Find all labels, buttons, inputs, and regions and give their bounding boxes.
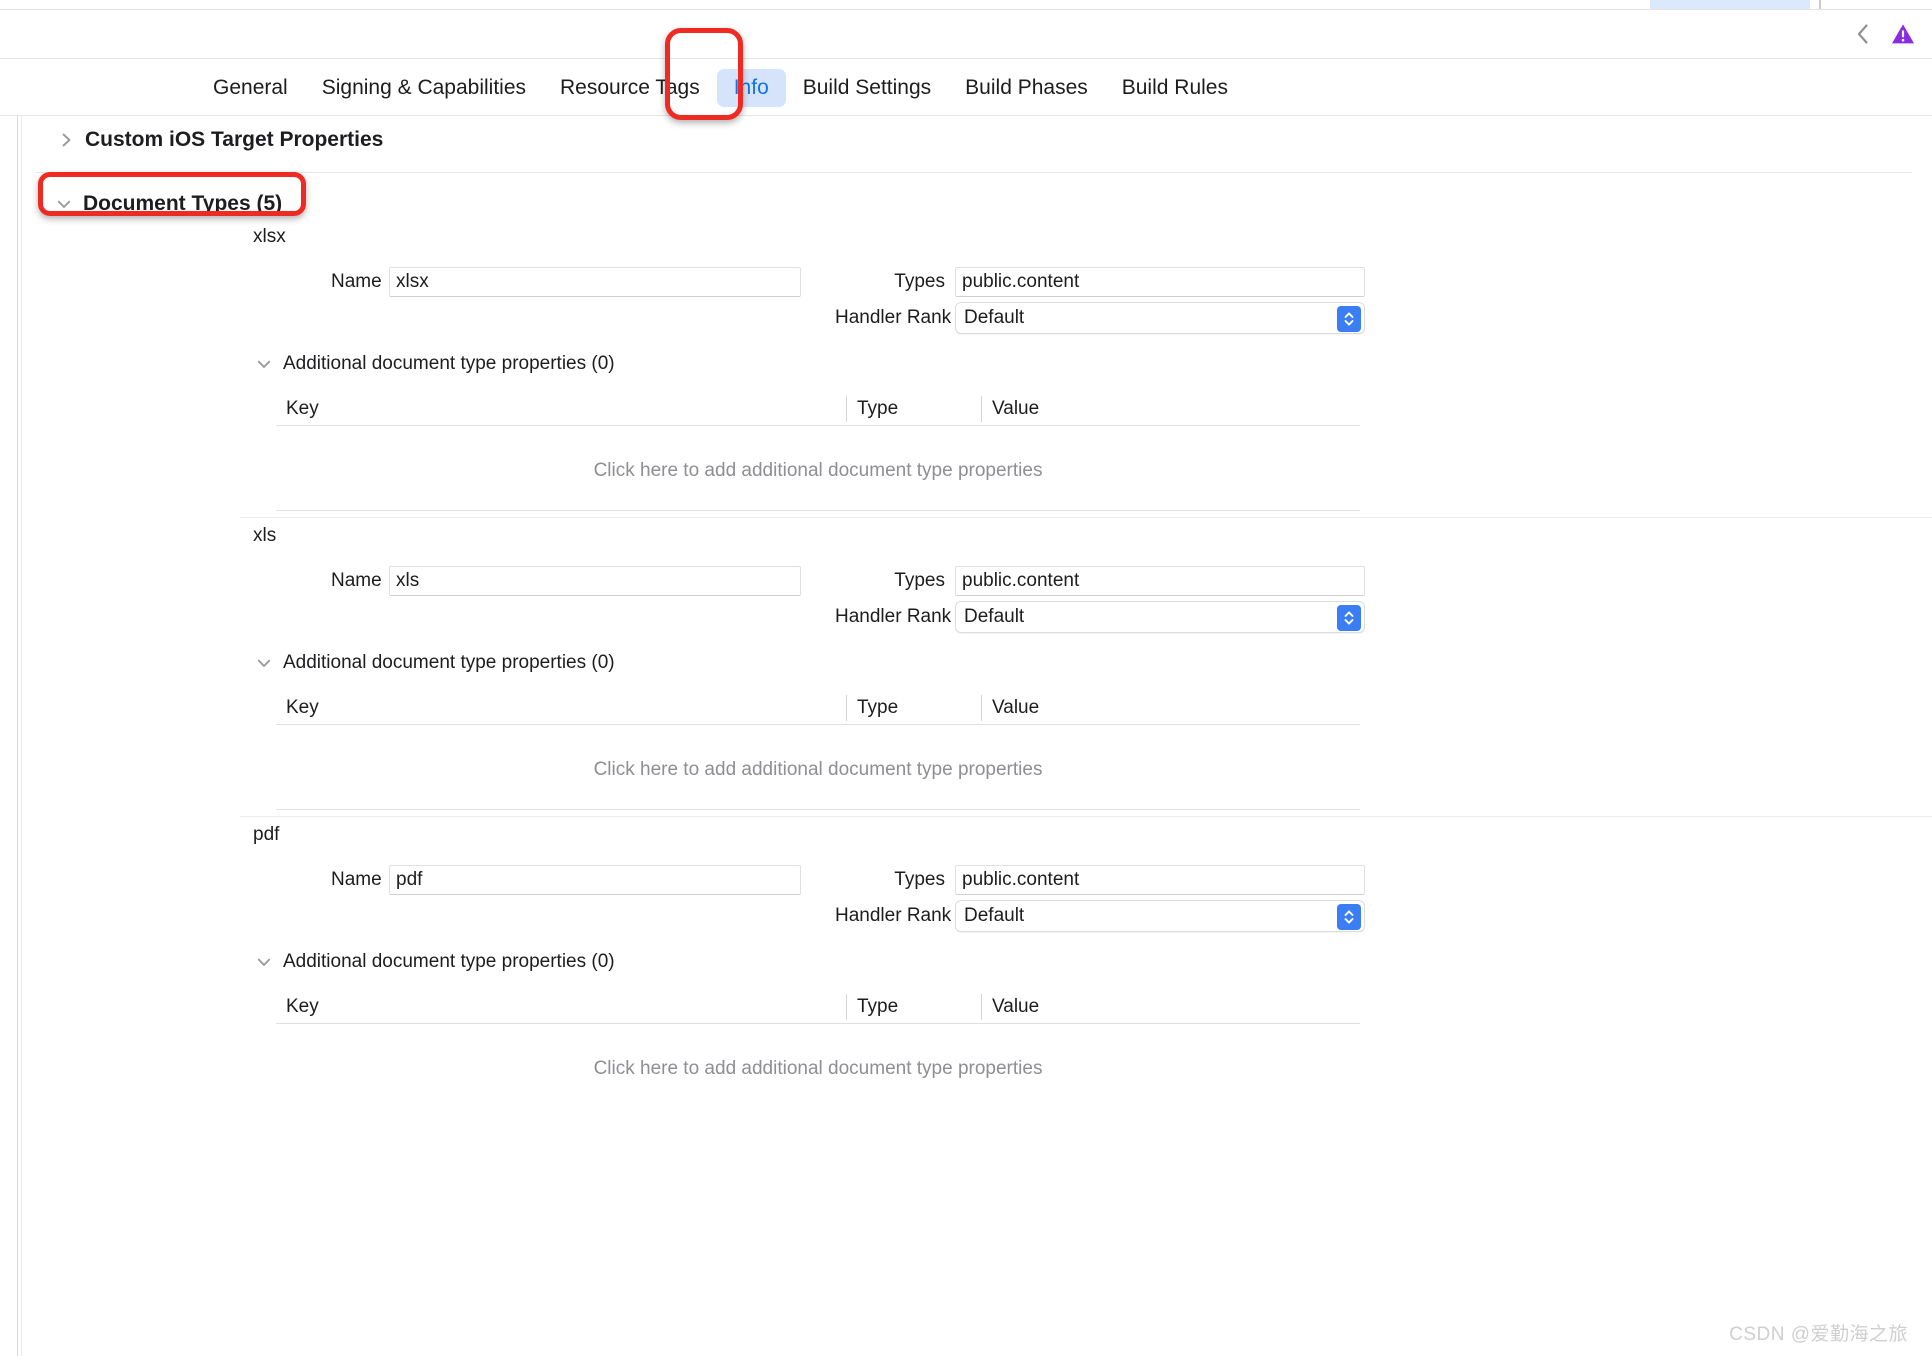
properties-table-header: Key Type Value — [276, 990, 1360, 1024]
name-field-row: Name xls — [331, 566, 801, 596]
info-content-pane: Custom iOS Target Properties Document Ty… — [0, 116, 1932, 1356]
chevron-left-icon[interactable] — [1850, 19, 1876, 49]
types-label: Types — [891, 271, 945, 293]
tab-list: General Signing & Capabilities Resource … — [196, 59, 1245, 116]
name-label: Name — [331, 869, 379, 891]
handler-rank-select[interactable]: Default — [955, 601, 1365, 633]
name-label: Name — [331, 570, 379, 592]
column-header-type[interactable]: Type — [846, 695, 981, 721]
document-type-title: pdf — [253, 824, 279, 846]
warning-triangle-icon[interactable] — [1890, 19, 1916, 49]
types-input[interactable]: public.content — [955, 566, 1365, 596]
handler-rank-select[interactable]: Default — [955, 900, 1365, 932]
chevron-updown-icon[interactable] — [1337, 306, 1361, 332]
subgroup-additional-properties[interactable]: Additional document type properties (0) — [255, 951, 615, 973]
name-label: Name — [331, 271, 379, 293]
group-title-custom-properties: Custom iOS Target Properties — [85, 128, 383, 152]
name-input[interactable]: xlsx — [389, 267, 801, 297]
types-label: Types — [891, 869, 945, 891]
subgroup-title: Additional document type properties (0) — [283, 951, 615, 973]
chevron-down-icon[interactable] — [255, 953, 273, 971]
tab-build-rules[interactable]: Build Rules — [1105, 69, 1245, 107]
editor-toolbar — [0, 10, 1932, 58]
tab-signing-capabilities[interactable]: Signing & Capabilities — [305, 69, 543, 107]
properties-table-header: Key Type Value — [276, 392, 1360, 426]
name-field-row: Name pdf — [331, 865, 801, 895]
column-header-type[interactable]: Type — [846, 396, 981, 422]
types-label: Types — [891, 570, 945, 592]
handler-rank-row: Handler Rank Default — [835, 302, 1365, 334]
add-property-placeholder[interactable]: Click here to add additional document ty… — [276, 752, 1360, 788]
tab-resource-tags[interactable]: Resource Tags — [543, 69, 717, 107]
chevron-down-icon[interactable] — [55, 195, 73, 213]
types-field-row: Types public.content — [891, 566, 1365, 596]
top-strip — [0, 0, 1932, 10]
sidebar-selection-sliver — [1650, 0, 1810, 9]
group-rule-top — [36, 172, 1912, 173]
column-header-type[interactable]: Type — [846, 994, 981, 1020]
chevron-updown-icon[interactable] — [1337, 605, 1361, 631]
chevron-down-icon[interactable] — [255, 355, 273, 373]
subgroup-title: Additional document type properties (0) — [283, 652, 615, 674]
toolbar-right-controls — [1850, 19, 1916, 49]
properties-table-header: Key Type Value — [276, 691, 1360, 725]
editor-tab-bar: General Signing & Capabilities Resource … — [0, 58, 1932, 116]
types-field-row: Types public.content — [891, 267, 1365, 297]
add-property-placeholder[interactable]: Click here to add additional document ty… — [276, 1051, 1360, 1087]
chevron-down-icon[interactable] — [255, 654, 273, 672]
subgroup-additional-properties[interactable]: Additional document type properties (0) — [255, 652, 615, 674]
chevron-updown-icon[interactable] — [1337, 904, 1361, 930]
entry-separator — [276, 809, 1360, 810]
column-header-key[interactable]: Key — [276, 695, 846, 721]
types-field-row: Types public.content — [891, 865, 1365, 895]
subgroup-additional-properties[interactable]: Additional document type properties (0) — [255, 353, 615, 375]
document-type-title: xlsx — [253, 226, 286, 248]
group-header-document-types[interactable]: Document Types (5) — [55, 192, 282, 216]
handler-rank-label: Handler Rank — [835, 905, 945, 927]
types-input[interactable]: public.content — [955, 267, 1365, 297]
pane-divider — [17, 116, 18, 1356]
document-type-title: xls — [253, 525, 276, 547]
handler-rank-select[interactable]: Default — [955, 302, 1365, 334]
name-field-row: Name xlsx — [331, 267, 801, 297]
handler-rank-value: Default — [964, 307, 1024, 329]
handler-rank-value: Default — [964, 905, 1024, 927]
tab-build-settings[interactable]: Build Settings — [786, 69, 948, 107]
group-header-custom-ios-target-properties[interactable]: Custom iOS Target Properties — [57, 128, 383, 152]
chevron-right-icon[interactable] — [57, 131, 75, 149]
column-header-key[interactable]: Key — [276, 994, 846, 1020]
watermark: CSDN @爱勤海之旅 — [1729, 1319, 1908, 1346]
entry-separator-wide — [240, 816, 1932, 817]
name-input[interactable]: xls — [389, 566, 801, 596]
add-property-placeholder[interactable]: Click here to add additional document ty… — [276, 453, 1360, 489]
group-title-document-types: Document Types (5) — [83, 192, 282, 216]
handler-rank-label: Handler Rank — [835, 307, 945, 329]
top-strip-tick — [1819, 0, 1821, 9]
column-header-value[interactable]: Value — [981, 695, 1360, 721]
tab-build-phases[interactable]: Build Phases — [948, 69, 1105, 107]
handler-rank-label: Handler Rank — [835, 606, 945, 628]
column-header-value[interactable]: Value — [981, 994, 1360, 1020]
entry-separator-wide — [240, 517, 1932, 518]
handler-rank-value: Default — [964, 606, 1024, 628]
types-input[interactable]: public.content — [955, 865, 1365, 895]
column-header-value[interactable]: Value — [981, 396, 1360, 422]
handler-rank-row: Handler Rank Default — [835, 601, 1365, 633]
tab-general[interactable]: General — [196, 69, 305, 107]
name-input[interactable]: pdf — [389, 865, 801, 895]
subgroup-title: Additional document type properties (0) — [283, 353, 615, 375]
column-header-key[interactable]: Key — [276, 396, 846, 422]
tab-info[interactable]: Info — [717, 69, 786, 107]
handler-rank-row: Handler Rank Default — [835, 900, 1365, 932]
pane-divider-secondary — [21, 116, 22, 1356]
entry-separator — [276, 510, 1360, 511]
xcode-target-editor: General Signing & Capabilities Resource … — [0, 0, 1932, 1356]
